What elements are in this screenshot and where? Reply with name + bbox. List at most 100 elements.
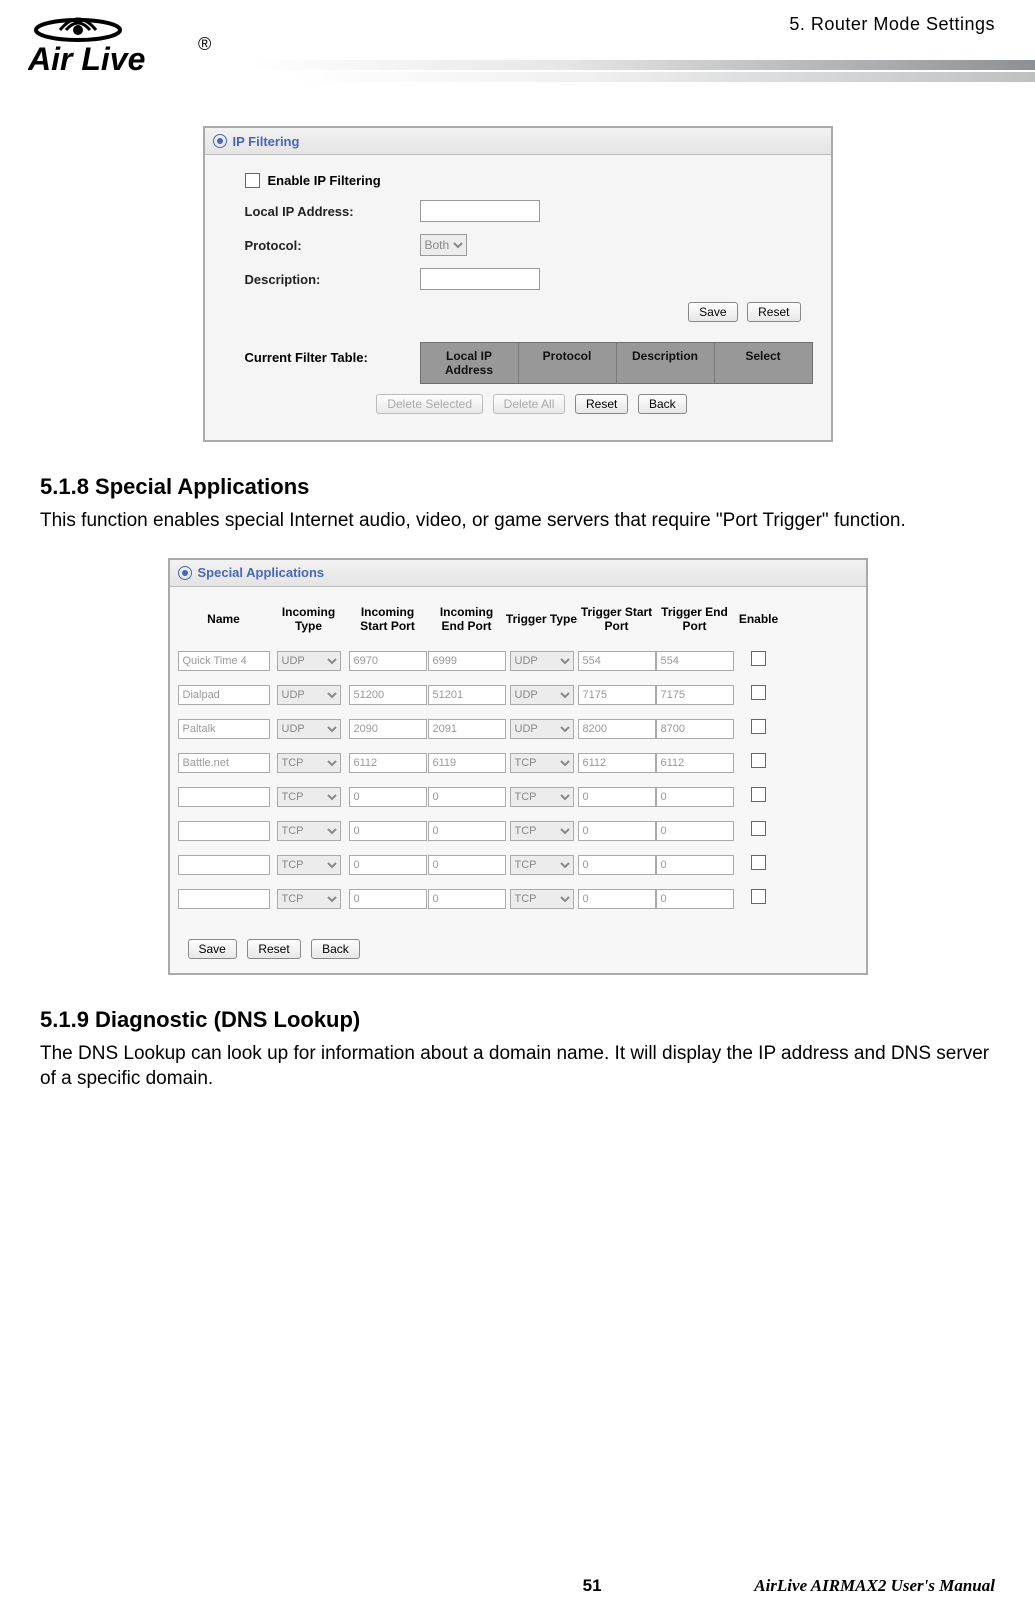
sa-enable-checkbox[interactable] xyxy=(751,651,766,666)
sa-back-button[interactable]: Back xyxy=(311,939,360,959)
sa-incoming-start-input[interactable] xyxy=(349,787,427,807)
sa-trigger-start-input[interactable] xyxy=(578,855,656,875)
sa-incoming-start-input[interactable] xyxy=(349,651,427,671)
th-name: Name xyxy=(178,612,270,626)
th-incoming-start: Incoming Start Port xyxy=(348,605,428,633)
sa-name-input[interactable] xyxy=(178,753,270,773)
sa-trigger-end-input[interactable] xyxy=(656,685,734,705)
sa-enable-checkbox[interactable] xyxy=(751,753,766,768)
sa-enable-checkbox[interactable] xyxy=(751,787,766,802)
delete-all-button[interactable]: Delete All xyxy=(493,394,566,414)
sa-trigger-end-input[interactable] xyxy=(656,855,734,875)
sa-trigger-type-select[interactable]: UDP xyxy=(510,685,574,705)
sa-name-input[interactable] xyxy=(178,651,270,671)
sa-incoming-type-select[interactable]: UDP xyxy=(277,651,341,671)
sa-trigger-start-input[interactable] xyxy=(578,889,656,909)
sa-trigger-end-input[interactable] xyxy=(656,889,734,909)
reset-button-2[interactable]: Reset xyxy=(575,394,628,414)
sa-save-button[interactable]: Save xyxy=(188,939,237,959)
sa-trigger-type-select[interactable]: TCP xyxy=(510,821,574,841)
sa-incoming-end-input[interactable] xyxy=(428,855,506,875)
protocol-select[interactable]: Both xyxy=(420,234,467,256)
sa-incoming-end-input[interactable] xyxy=(428,753,506,773)
back-button[interactable]: Back xyxy=(638,394,687,414)
sa-row: TCP TCP xyxy=(170,885,866,913)
sa-incoming-start-input[interactable] xyxy=(349,753,427,773)
sa-enable-checkbox[interactable] xyxy=(751,855,766,870)
sa-trigger-type-select[interactable]: TCP xyxy=(510,889,574,909)
sa-incoming-end-input[interactable] xyxy=(428,651,506,671)
section-518-title: 5.1.8 Special Applications xyxy=(40,474,995,500)
sa-trigger-type-select[interactable]: TCP xyxy=(510,753,574,773)
sa-incoming-start-input[interactable] xyxy=(349,719,427,739)
sa-trigger-start-input[interactable] xyxy=(578,821,656,841)
ip-filtering-panel: IP Filtering Enable IP Filtering Local I… xyxy=(203,126,833,442)
th-incoming-end: Incoming End Port xyxy=(428,605,506,633)
description-label: Description: xyxy=(245,272,420,287)
sa-incoming-start-input[interactable] xyxy=(349,685,427,705)
sa-row: UDP UDP xyxy=(170,715,866,743)
sa-incoming-type-select[interactable]: UDP xyxy=(277,685,341,705)
sa-incoming-type-select[interactable]: UDP xyxy=(277,719,341,739)
th-incoming-type: Incoming Type xyxy=(270,605,348,633)
sa-trigger-end-input[interactable] xyxy=(656,821,734,841)
save-button[interactable]: Save xyxy=(688,302,737,322)
sa-incoming-start-input[interactable] xyxy=(349,889,427,909)
sa-enable-checkbox[interactable] xyxy=(751,719,766,734)
th-description: Description xyxy=(617,343,715,383)
sa-enable-checkbox[interactable] xyxy=(751,685,766,700)
sa-incoming-start-input[interactable] xyxy=(349,855,427,875)
special-applications-header: Special Applications xyxy=(170,560,866,587)
description-input[interactable] xyxy=(420,268,540,290)
sa-incoming-end-input[interactable] xyxy=(428,821,506,841)
delete-selected-button[interactable]: Delete Selected xyxy=(376,394,483,414)
sa-incoming-end-input[interactable] xyxy=(428,719,506,739)
sa-trigger-type-select[interactable]: UDP xyxy=(510,651,574,671)
sa-table-header: Name Incoming Type Incoming Start Port I… xyxy=(170,587,866,647)
sa-trigger-type-select[interactable]: UDP xyxy=(510,719,574,739)
sa-trigger-end-input[interactable] xyxy=(656,787,734,807)
sa-trigger-type-select[interactable]: TCP xyxy=(510,855,574,875)
sa-row: TCP TCP xyxy=(170,749,866,777)
page-number: 51 xyxy=(562,1576,622,1596)
panel-title: IP Filtering xyxy=(233,134,300,149)
sa-trigger-start-input[interactable] xyxy=(578,753,656,773)
sa-reset-button[interactable]: Reset xyxy=(247,939,300,959)
enable-ip-filtering-checkbox[interactable] xyxy=(245,173,260,188)
sa-enable-checkbox[interactable] xyxy=(751,821,766,836)
reset-button[interactable]: Reset xyxy=(747,302,800,322)
sa-trigger-start-input[interactable] xyxy=(578,787,656,807)
sa-trigger-start-input[interactable] xyxy=(578,651,656,671)
svg-text:Air Live: Air Live xyxy=(28,41,145,77)
sa-trigger-type-select[interactable]: TCP xyxy=(510,787,574,807)
sa-incoming-type-select[interactable]: TCP xyxy=(277,787,341,807)
sa-name-input[interactable] xyxy=(178,685,270,705)
sa-name-input[interactable] xyxy=(178,855,270,875)
sa-trigger-end-input[interactable] xyxy=(656,753,734,773)
th-trigger-end: Trigger End Port xyxy=(656,605,734,633)
section-518-body: This function enables special Internet a… xyxy=(40,508,995,534)
sa-incoming-end-input[interactable] xyxy=(428,685,506,705)
local-ip-input[interactable] xyxy=(420,200,540,222)
sa-enable-checkbox[interactable] xyxy=(751,889,766,904)
section-519-body: The DNS Lookup can look up for informati… xyxy=(40,1041,995,1092)
sa-incoming-type-select[interactable]: TCP xyxy=(277,855,341,875)
filter-table-header: Local IP Address Protocol Description Se… xyxy=(420,342,813,384)
sa-trigger-start-input[interactable] xyxy=(578,719,656,739)
local-ip-label: Local IP Address: xyxy=(245,204,420,219)
sa-trigger-end-input[interactable] xyxy=(656,719,734,739)
sa-incoming-type-select[interactable]: TCP xyxy=(277,821,341,841)
manual-title: AirLive AIRMAX2 User's Manual xyxy=(754,1576,995,1596)
sa-incoming-start-input[interactable] xyxy=(349,821,427,841)
sa-incoming-type-select[interactable]: TCP xyxy=(277,753,341,773)
sa-name-input[interactable] xyxy=(178,787,270,807)
sa-trigger-end-input[interactable] xyxy=(656,651,734,671)
sa-incoming-end-input[interactable] xyxy=(428,889,506,909)
sa-name-input[interactable] xyxy=(178,821,270,841)
sa-row: UDP UDP xyxy=(170,681,866,709)
sa-trigger-start-input[interactable] xyxy=(578,685,656,705)
sa-incoming-end-input[interactable] xyxy=(428,787,506,807)
sa-name-input[interactable] xyxy=(178,889,270,909)
sa-name-input[interactable] xyxy=(178,719,270,739)
sa-incoming-type-select[interactable]: TCP xyxy=(277,889,341,909)
